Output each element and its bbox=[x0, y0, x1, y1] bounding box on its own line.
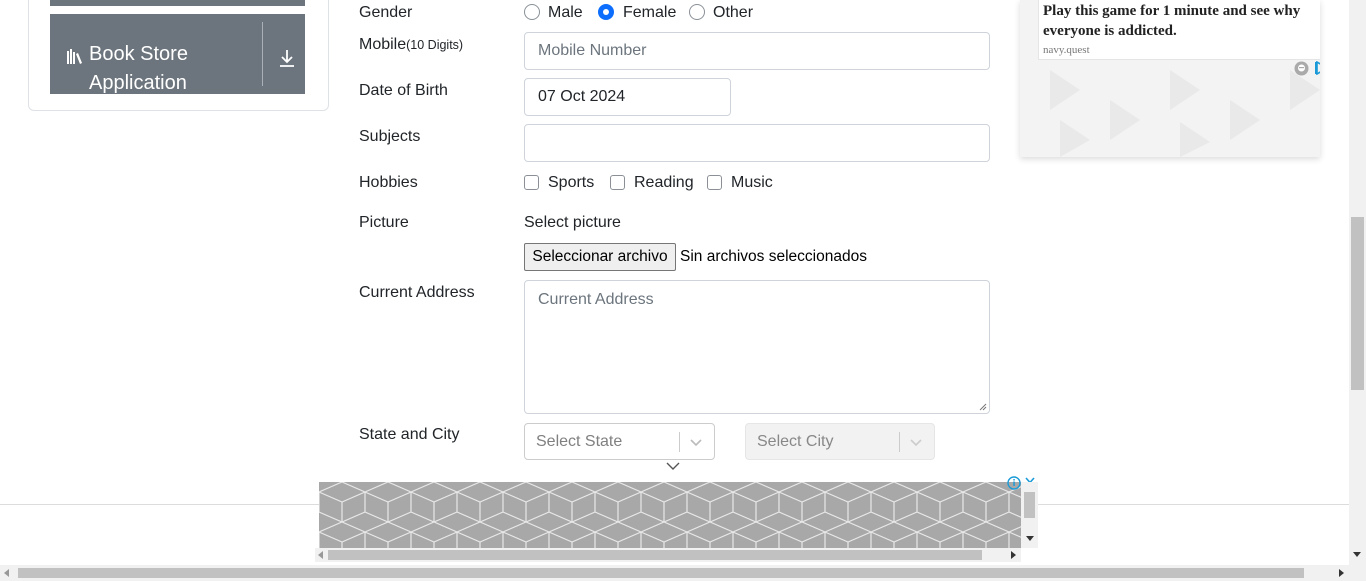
ad-vertical-scroll-thumb[interactable] bbox=[1024, 492, 1035, 518]
gender-option-female[interactable]: Female bbox=[623, 4, 676, 22]
hobby-checkbox-music[interactable] bbox=[707, 175, 722, 190]
books-icon bbox=[66, 48, 84, 64]
chevron-down-icon[interactable] bbox=[689, 435, 703, 449]
select-divider bbox=[899, 432, 900, 452]
state-city-label: State and City bbox=[359, 426, 460, 443]
subjects-input[interactable] bbox=[524, 124, 990, 162]
ad-horizontal-scroll-thumb[interactable] bbox=[328, 550, 982, 560]
scroll-right-arrow-icon[interactable] bbox=[1339, 569, 1344, 577]
address-label: Current Address bbox=[359, 284, 475, 301]
page-vertical-scroll-thumb[interactable] bbox=[1351, 217, 1364, 390]
dob-label: Date of Birth bbox=[359, 82, 448, 99]
hobby-option-music[interactable]: Music bbox=[731, 174, 773, 192]
gender-radio-male[interactable] bbox=[524, 4, 540, 20]
choose-file-button[interactable]: Seleccionar archivo bbox=[524, 243, 676, 271]
ad-right[interactable]: Play this game for 1 minute and see why … bbox=[1020, 0, 1320, 157]
page-horizontal-scrollbar[interactable] bbox=[0, 565, 1366, 581]
gender-label: Gender bbox=[359, 4, 413, 21]
ad-options-icon[interactable] bbox=[1294, 61, 1309, 76]
dob-value: 07 Oct 2024 bbox=[538, 88, 626, 105]
ad-bottom-pattern bbox=[319, 482, 1021, 548]
divider bbox=[262, 22, 263, 86]
ad-vertical-scrollbar[interactable] bbox=[1021, 482, 1038, 548]
ad-headline[interactable]: Play this game for 1 minute and see why … bbox=[1043, 1, 1320, 41]
hobby-checkbox-reading[interactable] bbox=[610, 175, 625, 190]
state-placeholder: Select State bbox=[536, 433, 623, 450]
chevron-down-icon bbox=[910, 439, 922, 447]
resize-grip-icon[interactable] bbox=[979, 403, 987, 411]
mobile-label: Mobile(10 Digits) bbox=[359, 36, 463, 54]
scroll-left-arrow-icon[interactable] bbox=[4, 569, 9, 577]
sidebar-item-book-store[interactable]: Book Store Application bbox=[50, 14, 305, 94]
city-select: Select City bbox=[745, 423, 935, 460]
ad-domain[interactable]: navy.quest bbox=[1043, 44, 1090, 56]
mobile-placeholder: Mobile Number bbox=[538, 42, 647, 59]
ad-background-pattern bbox=[1020, 60, 1320, 157]
subjects-label: Subjects bbox=[359, 128, 421, 145]
city-placeholder: Select City bbox=[757, 433, 834, 450]
select-picture-text: Select picture bbox=[524, 214, 621, 231]
scroll-down-arrow-icon[interactable] bbox=[1353, 552, 1361, 557]
sidebar-item-label: Book Store Application bbox=[89, 43, 188, 94]
address-textarea[interactable]: Current Address bbox=[524, 280, 990, 414]
gender-option-male[interactable]: Male bbox=[548, 4, 583, 22]
file-status: Sin archivos seleccionados bbox=[680, 248, 867, 265]
gender-radio-female[interactable] bbox=[598, 4, 614, 20]
scroll-down-arrow-icon[interactable] bbox=[1026, 536, 1034, 541]
state-select[interactable]: Select State bbox=[524, 423, 715, 460]
mobile-input[interactable]: Mobile Number bbox=[524, 32, 990, 70]
hobbies-label: Hobbies bbox=[359, 174, 418, 191]
scroll-right-arrow-icon[interactable] bbox=[1011, 551, 1016, 559]
address-placeholder: Current Address bbox=[538, 291, 654, 308]
scroll-left-arrow-icon[interactable] bbox=[318, 551, 323, 559]
hobby-option-reading[interactable]: Reading bbox=[634, 174, 694, 192]
gender-radio-other[interactable] bbox=[689, 4, 705, 20]
hobby-option-sports[interactable]: Sports bbox=[548, 174, 594, 192]
chevron-down-icon[interactable] bbox=[666, 460, 680, 472]
picture-label: Picture bbox=[359, 214, 409, 231]
dob-input[interactable]: 07 Oct 2024 bbox=[524, 78, 731, 116]
page-horizontal-scroll-thumb[interactable] bbox=[18, 568, 1304, 578]
ad-horizontal-scrollbar[interactable] bbox=[315, 548, 1021, 562]
select-divider bbox=[679, 432, 680, 452]
page-vertical-scrollbar[interactable] bbox=[1349, 0, 1366, 565]
ad-bottom[interactable] bbox=[319, 482, 1021, 548]
mobile-hint: (10 Digits) bbox=[406, 38, 464, 52]
gender-option-other[interactable]: Other bbox=[713, 4, 753, 22]
download-icon[interactable] bbox=[277, 48, 297, 68]
mobile-label-text: Mobile bbox=[359, 36, 407, 53]
sidebar-item-previous[interactable] bbox=[50, 0, 305, 6]
adchoices-icon[interactable] bbox=[1315, 61, 1320, 75]
hobby-checkbox-sports[interactable] bbox=[524, 175, 539, 190]
